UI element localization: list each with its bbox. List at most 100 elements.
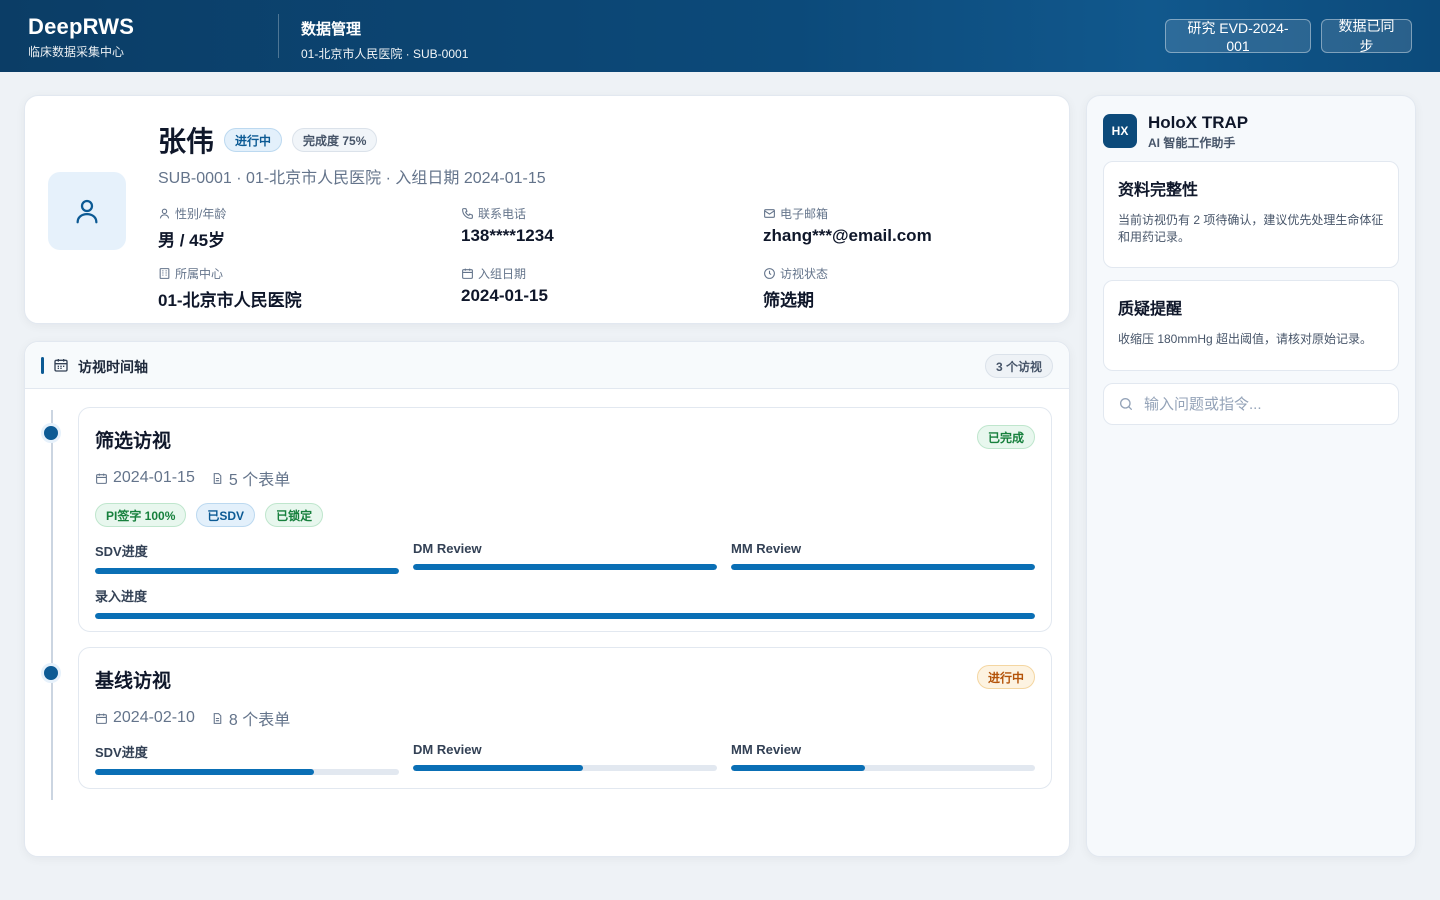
visit-title: 基线访视: [95, 671, 172, 692]
assistant-input-box[interactable]: [1103, 383, 1399, 425]
visit-forms: 8 个表单: [228, 712, 291, 729]
info-label: 访视状态: [780, 267, 829, 281]
info-value: 筛选期: [763, 291, 814, 310]
progress-track: [95, 568, 399, 574]
mail-icon: [764, 209, 775, 218]
info-email: 电子邮箱 zhang***@email.com: [763, 205, 932, 246]
completion-badge: 完成度 75%: [292, 128, 378, 152]
progress-label: MM Review: [731, 541, 802, 556]
tip-card-completeness[interactable]: 资料完整性 当前访视仍有 2 项待确认，建议优先处理生命体征和用药记录。: [1103, 161, 1399, 268]
page-title: 数据管理: [301, 21, 362, 38]
tip-card-query[interactable]: 质疑提醒 收缩压 180mmHg 超出阈值，请核对原始记录。: [1103, 280, 1399, 371]
user-icon: [76, 199, 98, 224]
info-value: 138****1234: [461, 226, 554, 245]
progress-mm-review: MM Review: [731, 742, 1035, 771]
info-visit-status: 访视状态 筛选期: [763, 265, 828, 311]
brand-name: DeepRWS: [28, 14, 135, 39]
progress-sdv: SDV进度: [95, 541, 399, 574]
progress-fill: [95, 613, 1035, 619]
progress-fill: [413, 765, 584, 771]
visit-meta: 2024-01-15 5 个表单: [95, 466, 306, 490]
info-label: 联系电话: [478, 207, 527, 221]
visit-card-screening[interactable]: 筛选访视 已完成 2024-01-15 5 个表单 PI签字 100% 已SDV…: [78, 407, 1052, 632]
status-badge: 进行中: [224, 128, 283, 152]
info-label: 电子邮箱: [780, 207, 829, 221]
progress-fill: [95, 568, 399, 574]
progress-dm-review: DM Review: [413, 541, 717, 570]
progress-label: SDV进度: [95, 745, 148, 760]
brand-subtitle: 临床数据采集中心: [28, 45, 125, 59]
visit-status-badge: 已完成: [976, 425, 1035, 449]
progress-track: [413, 765, 717, 771]
tip-title: 资料完整性: [1118, 182, 1199, 199]
visit-title: 筛选访视: [95, 431, 172, 452]
info-center: 所属中心 01-北京市人民医院: [158, 265, 302, 311]
tag-pi-sign: PI签字 100%: [95, 503, 187, 527]
info-value: 男 / 45岁: [158, 231, 226, 250]
info-phone: 联系电话 138****1234: [461, 205, 554, 246]
progress-label: 录入进度: [95, 589, 148, 604]
info-label: 入组日期: [478, 267, 527, 281]
sync-status-button[interactable]: 数据已同步: [1321, 18, 1412, 54]
visit-card-baseline[interactable]: 基线访视 进行中 2024-02-10 8 个表单 SDV进度 DM Revie…: [78, 647, 1052, 789]
calendar-icon: [54, 359, 68, 372]
patient-name: 张伟: [158, 126, 215, 157]
calendar-icon: [96, 713, 107, 724]
progress-track: [731, 765, 1035, 771]
timeline-title: 访视时间轴: [78, 359, 148, 375]
top-header: DeepRWS 临床数据采集中心 数据管理 01-北京市人民医院 · SUB-0…: [0, 0, 1440, 72]
progress-label: DM Review: [413, 742, 482, 757]
progress-label: MM Review: [731, 742, 802, 757]
timeline-dot: [41, 423, 61, 443]
study-button[interactable]: 研究 EVD-2024-001: [1165, 19, 1311, 54]
info-label: 所属中心: [175, 267, 224, 281]
breadcrumb: 数据管理 01-北京市人民医院 · SUB-0001: [301, 18, 468, 62]
progress-track: [731, 564, 1035, 570]
info-gender-age: 性别/年龄 男 / 45岁: [158, 205, 226, 251]
visit-meta: 2024-02-10 8 个表单: [95, 706, 306, 730]
visit-status-badge: 进行中: [976, 665, 1035, 689]
assistant-input[interactable]: [1144, 395, 1384, 413]
brand[interactable]: DeepRWS 临床数据采集中心: [28, 14, 134, 60]
info-value: 2024-01-15: [461, 286, 548, 305]
tip-title: 质疑提醒: [1118, 301, 1183, 318]
progress-track: [95, 613, 1035, 619]
calendar-icon: [462, 268, 473, 279]
assistant-subtitle: AI 智能工作助手: [1148, 136, 1236, 150]
document-icon: [213, 712, 222, 724]
progress-track: [413, 564, 717, 570]
assistant-panel: HX HoloX TRAP AI 智能工作助手 资料完整性 当前访视仍有 2 项…: [1086, 95, 1416, 857]
progress-mm-review: MM Review: [731, 541, 1035, 570]
timeline-line: [51, 410, 53, 800]
info-enroll-date: 入组日期 2024-01-15: [461, 265, 548, 306]
assistant-logo: HX: [1103, 114, 1137, 148]
patient-name-row: 张伟 进行中 完成度 75%: [158, 120, 378, 160]
patient-subline: SUB-0001 · 01-北京市人民医院 · 入组日期 2024-01-15: [158, 170, 546, 187]
progress-dm-review: DM Review: [413, 742, 717, 771]
timeline-dot: [41, 663, 61, 683]
patient-profile-card: 张伟 进行中 完成度 75% SUB-0001 · 01-北京市人民医院 · 入…: [24, 95, 1070, 324]
progress-fill: [413, 564, 717, 570]
user-icon: [159, 208, 170, 219]
search-icon: [1120, 398, 1132, 410]
progress-sdv: SDV进度: [95, 742, 399, 775]
header-divider: [278, 14, 279, 58]
tag-locked: 已锁定: [265, 503, 324, 527]
assistant-name: HoloX TRAP: [1148, 113, 1249, 132]
progress-track: [95, 769, 399, 775]
progress-entry: 录入进度: [95, 586, 1035, 619]
calendar-icon: [96, 473, 107, 484]
progress-fill: [731, 765, 865, 771]
accent-bar: [41, 357, 44, 374]
avatar: [48, 172, 126, 250]
progress-label: DM Review: [413, 541, 482, 556]
tag-sdv: 已SDV: [196, 503, 256, 527]
clock-icon: [764, 268, 775, 279]
tip-body: 收缩压 180mmHg 超出阈值，请核对原始记录。: [1118, 332, 1373, 346]
visit-date: 2024-01-15: [113, 469, 195, 486]
info-value: 01-北京市人民医院: [158, 291, 302, 310]
visit-tags: PI签字 100% 已SDV 已锁定: [95, 503, 333, 527]
visit-date: 2024-02-10: [113, 709, 195, 726]
tip-body: 当前访视仍有 2 项待确认，建议优先处理生命体征和用药记录。: [1118, 213, 1384, 245]
page-subtitle: 01-北京市人民医院 · SUB-0001: [301, 47, 469, 61]
